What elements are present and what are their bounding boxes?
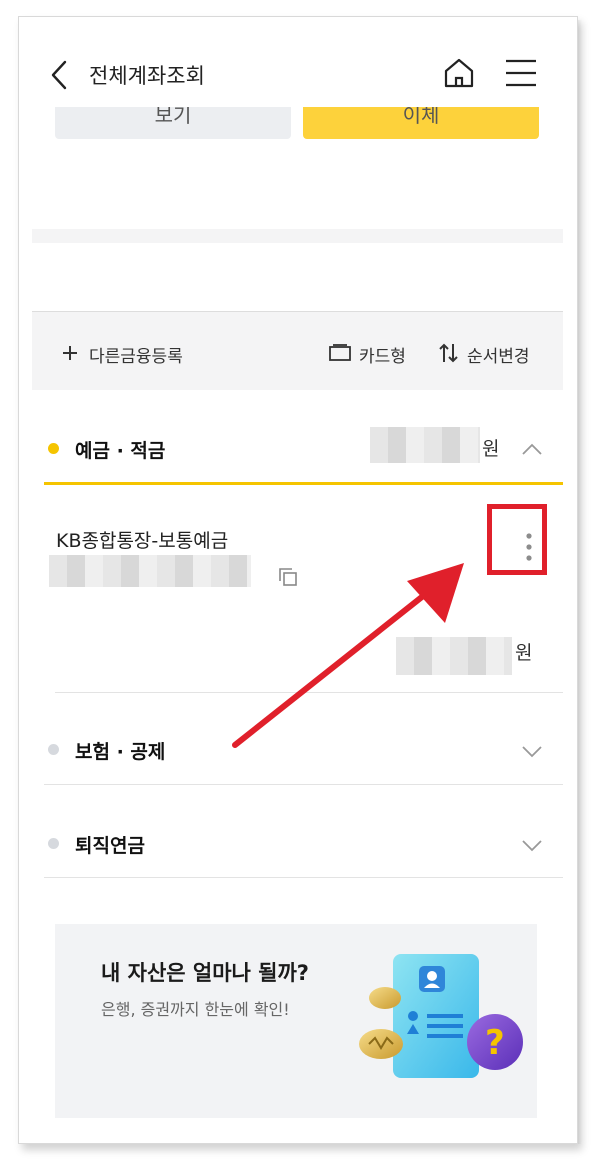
svg-text:?: ? <box>485 1023 505 1063</box>
account-name[interactable]: KB종합통장-보통예금 <box>56 526 228 553</box>
section-title-insurance[interactable]: 보험 · 공제 <box>75 737 165 764</box>
section-title-pension[interactable]: 퇴직연금 <box>75 831 145 858</box>
divider <box>44 877 563 878</box>
section-dot <box>48 443 59 454</box>
section-title-deposit[interactable]: 예금 · 적금 <box>75 436 165 463</box>
card-view-button[interactable]: 카드형 <box>359 342 406 367</box>
asset-banner[interactable]: 내 자산은 얼마나 될까? 은행, 증권까지 한눈에 확인! ? <box>55 924 537 1118</box>
plus-icon[interactable] <box>62 345 78 361</box>
back-arrow-icon[interactable] <box>51 60 67 90</box>
chevron-up-icon[interactable] <box>522 443 542 455</box>
home-icon[interactable] <box>443 57 475 89</box>
sort-order-icon[interactable] <box>438 343 460 363</box>
add-other-finance-button[interactable]: 다른금융등록 <box>89 342 183 367</box>
section-underline <box>44 482 563 485</box>
annotation-arrow <box>232 563 464 748</box>
chevron-down-icon[interactable] <box>522 746 542 758</box>
page-title: 전체계좌조회 <box>89 64 205 88</box>
currency-unit: 원 <box>515 642 533 664</box>
card-view-icon[interactable] <box>329 344 351 361</box>
masked-total-amount <box>370 427 480 463</box>
app-frame: 보기 이체 전체계좌조회 다른금융등록 카드형 순서변경 예금 · 적금 원 K… <box>18 16 578 1144</box>
currency-unit: 원 <box>482 438 500 460</box>
section-dot <box>48 744 59 755</box>
banner-subtitle: 은행, 증권까지 한눈에 확인! <box>101 1000 290 1019</box>
asset-illustration: ? <box>359 954 523 1078</box>
view-button-label: 보기 <box>154 107 192 127</box>
section-dot <box>48 838 59 849</box>
change-order-button[interactable]: 순서변경 <box>467 342 530 367</box>
section-separator <box>32 229 563 243</box>
banner-title: 내 자산은 얼마나 될까? <box>101 961 309 985</box>
menu-icon[interactable] <box>505 59 537 87</box>
app-header: 전체계좌조회 <box>19 17 563 107</box>
chevron-down-icon[interactable] <box>522 840 542 852</box>
view-button[interactable]: 보기 <box>55 107 291 139</box>
divider <box>44 784 563 785</box>
transfer-button[interactable]: 이체 <box>303 107 539 139</box>
transfer-button-label: 이체 <box>402 107 440 127</box>
